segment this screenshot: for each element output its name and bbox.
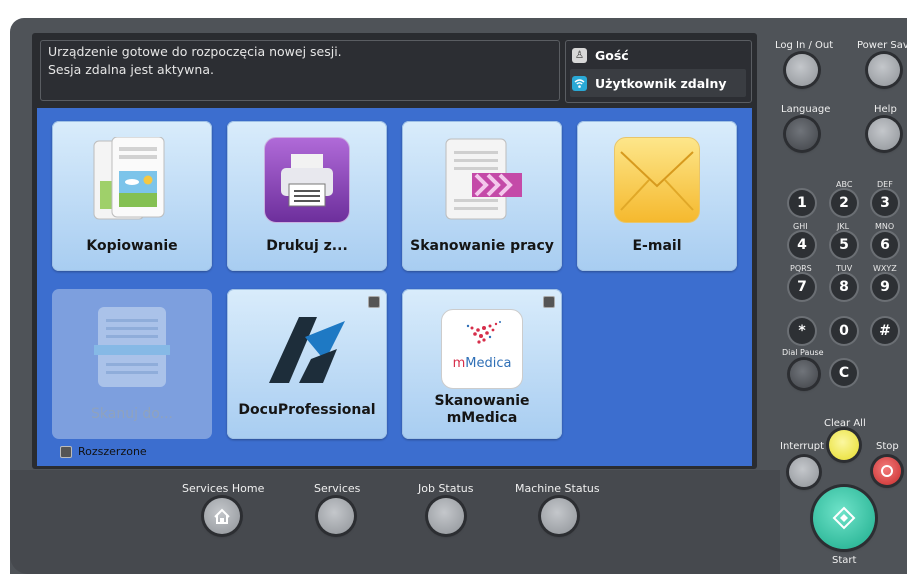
remote-user-row[interactable]: Użytkownik zdalny — [572, 72, 744, 94]
web-app-badge — [368, 296, 380, 308]
start-label: Start — [832, 555, 857, 566]
web-app-badge — [543, 296, 555, 308]
key-5[interactable]: 5 — [831, 232, 857, 258]
key-2-letters: ABC — [836, 180, 853, 189]
clear-all-button[interactable] — [829, 430, 859, 460]
clear-all-label: Clear All — [824, 418, 866, 429]
tile-email-label: E-mail — [632, 238, 682, 254]
status-line-2: Sesja zdalna jest aktywna. — [48, 62, 214, 77]
tile-scan-mmedica-label: Skanowanie mMedica — [402, 393, 562, 427]
job-status-button[interactable] — [428, 498, 464, 534]
tile-scan-mmedica[interactable]: mMedica Skanowanie mMedica — [402, 289, 562, 439]
stop-label: Stop — [876, 441, 899, 452]
key-8[interactable]: 8 — [831, 274, 857, 300]
machine-status-label: Machine Status — [515, 482, 600, 495]
tile-scan-mmedica-line2: mMedica — [446, 410, 518, 426]
tile-copy[interactable]: Kopiowanie — [52, 121, 212, 271]
key-star[interactable]: * — [789, 318, 815, 344]
home-icon — [214, 508, 230, 524]
copy-icon — [92, 136, 172, 221]
tile-copy-label: Kopiowanie — [86, 238, 178, 254]
mmedica-logo-rest: Medica — [465, 356, 512, 371]
dial-pause-button[interactable] — [790, 360, 818, 388]
extended-toggle[interactable]: Rozszerzone — [60, 445, 147, 458]
key-1[interactable]: 1 — [789, 190, 815, 216]
tile-scan-work-label: Skanowanie pracy — [410, 238, 554, 254]
tile-scan-to[interactable]: Skanuj do... — [52, 289, 212, 439]
power-saver-button[interactable] — [868, 54, 900, 86]
status-message-box: Urządzenie gotowe do rozpoczęcia nowej s… — [40, 40, 560, 101]
tile-docuprofessional-label: DocuProfessional — [238, 402, 376, 418]
envelope-icon — [614, 137, 700, 223]
start-diamond-icon — [832, 506, 856, 530]
user-icon: ♙ — [572, 47, 587, 63]
mmedica-logo: mMedica — [441, 309, 523, 389]
tile-print-from-label: Drukuj z... — [266, 238, 348, 254]
key-6[interactable]: 6 — [872, 232, 898, 258]
tile-print-from[interactable]: Drukuj z... — [227, 121, 387, 271]
guest-label: Gość — [595, 47, 629, 63]
mmedica-logo-m: m — [452, 356, 466, 371]
language-label: Language — [781, 104, 831, 115]
language-button[interactable] — [786, 118, 818, 150]
key-7[interactable]: 7 — [789, 274, 815, 300]
clear-key[interactable]: C — [831, 360, 857, 386]
tile-email[interactable]: E-mail — [577, 121, 737, 271]
stop-icon — [881, 465, 893, 477]
help-label: Help — [874, 104, 897, 115]
tile-docuprofessional[interactable]: DocuProfessional — [227, 289, 387, 439]
tile-scan-mmedica-line1: Skanowanie — [434, 393, 530, 409]
stop-button[interactable] — [873, 457, 901, 485]
guest-row[interactable]: ♙ Gość — [572, 44, 744, 66]
services-button[interactable] — [318, 498, 354, 534]
services-home-button[interactable] — [204, 498, 240, 534]
key-5-letters: JKL — [837, 222, 850, 231]
key-9-letters: WXYZ — [873, 264, 897, 273]
power-saver-label: Power Saver — [857, 40, 907, 51]
remote-user-label: Użytkownik zdalny — [595, 75, 727, 91]
scan-to-icon — [92, 305, 172, 389]
key-4-letters: GHI — [793, 222, 808, 231]
dial-pause-label: Dial Pause — [782, 348, 824, 357]
status-line-1: Urządzenie gotowe do rozpoczęcia nowej s… — [48, 44, 342, 59]
key-8-letters: TUV — [836, 264, 853, 273]
tile-scan-work[interactable]: Skanowanie pracy — [402, 121, 562, 271]
extended-icon — [60, 445, 72, 458]
services-home-label: Services Home — [182, 482, 265, 495]
extended-label: Rozszerzone — [78, 445, 147, 458]
log-in-out-label: Log In / Out — [775, 40, 834, 51]
key-3-letters: DEF — [877, 180, 893, 189]
key-2[interactable]: 2 — [831, 190, 857, 216]
wifi-icon — [572, 75, 587, 91]
key-0[interactable]: 0 — [831, 318, 857, 344]
key-6-letters: MNO — [875, 222, 895, 231]
job-status-label: Job Status — [418, 482, 474, 495]
device-bezel-bottom — [10, 470, 780, 574]
interrupt-button[interactable] — [789, 457, 819, 487]
machine-status-button[interactable] — [541, 498, 577, 534]
scan-work-icon — [442, 137, 522, 221]
interrupt-label: Interrupt — [780, 441, 825, 452]
printer-icon — [264, 137, 350, 223]
key-9[interactable]: 9 — [872, 274, 898, 300]
docuprofessional-logo — [265, 313, 349, 397]
key-4[interactable]: 4 — [789, 232, 815, 258]
help-button[interactable] — [868, 118, 900, 150]
key-3[interactable]: 3 — [872, 190, 898, 216]
user-panel[interactable]: ♙ Gość Użytkownik zdalny — [565, 40, 752, 103]
start-button[interactable] — [813, 487, 875, 549]
services-label: Services — [314, 482, 361, 495]
tile-scan-to-label: Skanuj do... — [91, 406, 173, 422]
mmedica-logo-text: mMedica — [442, 356, 522, 371]
key-7-letters: PQRS — [790, 264, 812, 273]
log-in-out-button[interactable] — [786, 54, 818, 86]
key-hash[interactable]: # — [872, 318, 898, 344]
